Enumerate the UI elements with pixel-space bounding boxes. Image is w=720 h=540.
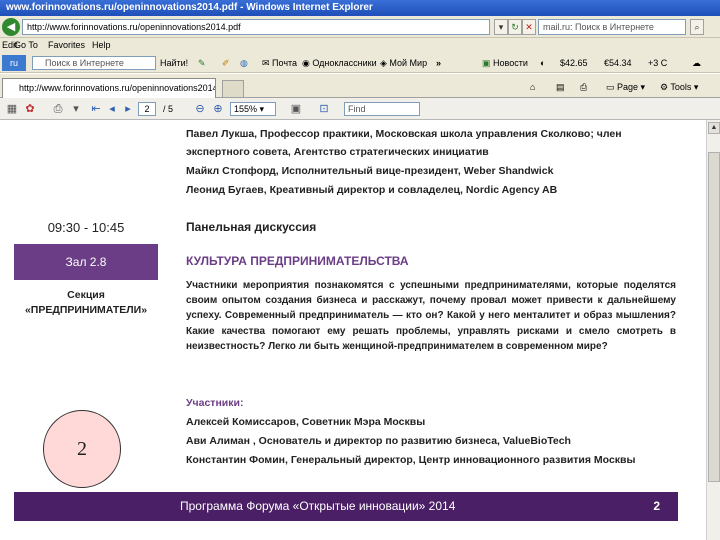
sharing-icon[interactable]: ✿ bbox=[22, 101, 38, 117]
my-world-button[interactable]: ◈ Мой Мир bbox=[380, 55, 427, 71]
participant-3: Константин Фомин, Генеральный директор, … bbox=[186, 454, 636, 466]
footer-text: Программа Форума «Открытые инновации» 20… bbox=[180, 499, 456, 513]
session-title: КУЛЬТУРА ПРЕДПРИНИМАТЕЛЬСТВА bbox=[186, 254, 409, 268]
currency-eur: €54.34 bbox=[604, 58, 632, 68]
print-document-icon[interactable]: ⎙ bbox=[50, 101, 66, 117]
notification-icon[interactable]: ◐ bbox=[540, 55, 545, 71]
highlight-icon[interactable]: ✎ bbox=[198, 55, 206, 71]
news-icon: ▣ bbox=[482, 58, 491, 68]
section-label: Секция «ПРЕДПРИНИМАТЕЛИ» bbox=[14, 288, 158, 318]
speaker-line-1: Павел Лукша, Профессор практики, Московс… bbox=[186, 128, 622, 140]
section-label-line2: «ПРЕДПРИНИМАТЕЛИ» bbox=[24, 304, 148, 316]
search-toolbar: ru Поиск в Интернете Найти! ✎ ✐ ◍ ✉ Почт… bbox=[0, 53, 720, 73]
search-go-icon[interactable]: ⌕ bbox=[690, 19, 704, 35]
window-title: www.forinnovations.ru/openinnovations201… bbox=[6, 2, 373, 13]
stop-icon[interactable]: ✕ bbox=[522, 19, 536, 35]
footer-page-number: 2 bbox=[653, 499, 660, 513]
mailru-logo[interactable]: ru bbox=[2, 55, 26, 71]
session-description: Участники мероприятия познакомятся с усп… bbox=[186, 280, 676, 352]
back-icon[interactable]: ◀ bbox=[2, 18, 20, 36]
web-search-placeholder: mail.ru: Поиск в Интернете bbox=[543, 22, 654, 32]
speaker-line-4: Леонид Бугаев, Креативный директор и сов… bbox=[186, 184, 558, 196]
odnoklassniki-label: Одноклассники bbox=[312, 58, 377, 68]
fit-page-icon[interactable]: ▣ bbox=[288, 101, 304, 117]
temperature: +3 C bbox=[648, 58, 668, 68]
tools-menu[interactable]: ⚙ Tools ▾ bbox=[660, 80, 698, 94]
url-input[interactable]: http://www.forinnovations.ru/openinnovat… bbox=[22, 19, 490, 35]
web-search-input[interactable]: mail.ru: Поиск в Интернете bbox=[538, 19, 686, 35]
url-text: http://www.forinnovations.ru/openinnovat… bbox=[27, 22, 241, 32]
page-menu-label: Page bbox=[617, 82, 639, 92]
zoom-out-icon[interactable]: ⊖ bbox=[192, 101, 208, 117]
menu-bar: Edit Go To Favorites Help bbox=[0, 38, 720, 53]
session-time: 09:30 - 10:45 bbox=[47, 220, 125, 235]
hall-badge: Зал 2.8 bbox=[14, 244, 158, 280]
tab-pdf[interactable]: http://www.forinnovations.ru/openinnovat… bbox=[2, 78, 216, 98]
globe-icon[interactable]: ◍ bbox=[240, 55, 248, 71]
toolbar-search-placeholder: Поиск в Интернете bbox=[45, 58, 124, 68]
menu-favorites[interactable]: Favorites bbox=[48, 38, 85, 53]
page-menu[interactable]: ▭ Page ▾ bbox=[606, 80, 645, 94]
address-bar: ◀ http://www.forinnovations.ru/openinnov… bbox=[0, 16, 720, 38]
participant-2: Ави Алиман , Основатель и директор по ра… bbox=[186, 435, 571, 447]
mail-button[interactable]: ✉ Почта bbox=[262, 55, 297, 71]
menu-goto[interactable]: Go To bbox=[14, 38, 38, 53]
find-placeholder: Find bbox=[348, 104, 366, 114]
find-input[interactable]: Find bbox=[344, 102, 420, 116]
feeds-icon[interactable]: ▤ bbox=[556, 80, 565, 94]
currency-usd: $42.65 bbox=[560, 58, 588, 68]
zoom-in-icon[interactable]: ⊕ bbox=[210, 101, 226, 117]
home-icon[interactable]: ⌂ bbox=[530, 80, 535, 94]
speaker-line-2: экспертного совета, Агентство стратегиче… bbox=[186, 146, 489, 158]
slide-number-circle: 2 bbox=[43, 410, 121, 488]
weather-icon[interactable]: ☁ bbox=[692, 55, 701, 71]
section-label-line1: Секция bbox=[67, 289, 105, 301]
refresh-icon[interactable]: ↻ bbox=[508, 19, 522, 35]
save-icon[interactable]: ▦ bbox=[4, 101, 20, 117]
slide-number: 2 bbox=[77, 438, 87, 460]
menu-help[interactable]: Help bbox=[92, 38, 111, 53]
odnoklassniki-button[interactable]: ◉ Одноклассники bbox=[302, 55, 377, 71]
hall-label: Зал 2.8 bbox=[65, 255, 107, 269]
find-button[interactable]: Найти! bbox=[160, 55, 188, 71]
tools-menu-label: Tools bbox=[670, 82, 692, 92]
tab-label: http://www.forinnovations.ru/openinnovat… bbox=[19, 83, 216, 93]
scroll-up-icon[interactable]: ▲ bbox=[708, 122, 720, 134]
previous-page-icon[interactable]: ◂ bbox=[104, 101, 120, 117]
pages-icon[interactable]: ▾ bbox=[68, 101, 84, 117]
toolbar-search-input[interactable]: Поиск в Интернете bbox=[32, 56, 156, 70]
panel-title: Панельная дискуссия bbox=[186, 220, 317, 234]
scroll-thumb[interactable] bbox=[708, 152, 720, 482]
new-tab-button[interactable] bbox=[222, 80, 244, 98]
my-world-label: Мой Мир bbox=[389, 58, 428, 68]
vertical-scrollbar[interactable]: ▲ bbox=[706, 120, 720, 540]
speaker-line-3: Майкл Стопфорд, Исполнительный вице-през… bbox=[186, 165, 554, 177]
page-number-input[interactable]: 2 bbox=[138, 102, 156, 116]
next-page-icon[interactable]: ▸ bbox=[120, 101, 136, 117]
pencil-icon[interactable]: ✐ bbox=[222, 55, 230, 71]
fit-width-icon[interactable]: ⊡ bbox=[316, 101, 332, 117]
participant-1: Алексей Комиссаров, Советник Мэра Москвы bbox=[186, 416, 426, 428]
mail-label: Почта bbox=[272, 58, 298, 68]
news-label: Новости bbox=[493, 58, 528, 68]
page-number-value: 2 bbox=[144, 104, 150, 114]
zoom-value: 155% bbox=[234, 104, 258, 114]
zoom-select[interactable]: 155% ▾ bbox=[230, 102, 276, 116]
tab-bar: http://www.forinnovations.ru/openinnovat… bbox=[0, 74, 720, 98]
page-footer: Программа Форума «Открытые инновации» 20… bbox=[14, 492, 678, 521]
dropdown-arrow-icon[interactable]: ▾ bbox=[494, 19, 508, 35]
print-icon[interactable]: ⎙ bbox=[580, 80, 587, 94]
toolbar-overflow-button[interactable]: » bbox=[436, 55, 441, 71]
window-title-bar: www.forinnovations.ru/openinnovations201… bbox=[0, 0, 720, 16]
pdf-toolbar: ▦ ✿ ⎙ ▾ ⇤ ◂ ▸ 2 / 5 ⊖ ⊕ 155% ▾ ▣ ⊡ Find bbox=[0, 98, 720, 120]
pdf-document-page: Павел Лукша, Профессор практики, Московс… bbox=[0, 120, 706, 540]
page-total: / 5 bbox=[162, 104, 173, 114]
participants-heading: Участники: bbox=[186, 397, 244, 409]
first-page-icon[interactable]: ⇤ bbox=[88, 101, 104, 117]
news-button[interactable]: ▣ Новости bbox=[482, 55, 528, 71]
